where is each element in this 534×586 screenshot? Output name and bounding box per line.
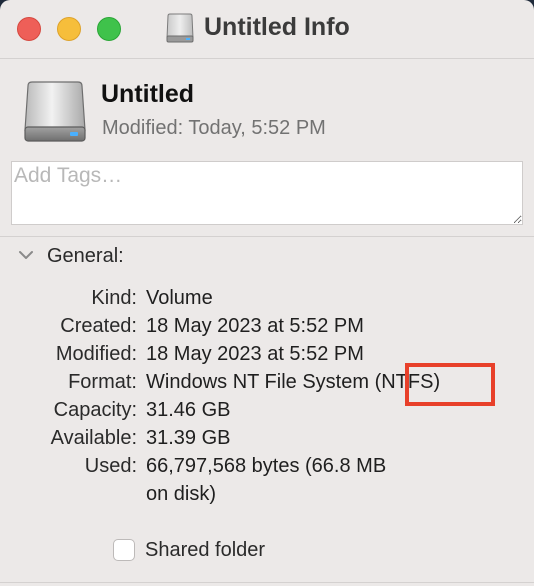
info-key: Created:	[60, 315, 137, 337]
external-drive-icon	[166, 13, 194, 43]
info-window: Untitled Info Untitled Modified: Today, …	[0, 0, 534, 586]
file-name: Untitled	[101, 80, 195, 108]
info-key: Kind:	[91, 287, 137, 309]
modified-value: Today, 5:52 PM	[188, 117, 326, 139]
info-value: 18 May 2023 at 5:52 PM	[146, 315, 364, 337]
info-key: Format:	[68, 371, 137, 393]
tags-input[interactable]	[12, 162, 522, 224]
shared-folder-checkbox[interactable]	[113, 539, 135, 561]
info-row-available: Available: 31.39 GB	[0, 427, 534, 455]
info-key: Capacity:	[53, 399, 137, 421]
info-key: Used:	[84, 455, 137, 477]
general-section-toggle[interactable]: General:	[47, 245, 124, 268]
info-value: 31.46 GB	[146, 399, 231, 421]
section-divider	[0, 236, 534, 237]
info-value: 31.39 GB	[146, 427, 231, 449]
ntfs-highlight-box	[405, 363, 495, 406]
info-value: Volume	[146, 287, 213, 309]
header-divider	[0, 58, 534, 59]
info-value: 18 May 2023 at 5:52 PM	[146, 343, 364, 365]
external-drive-icon	[24, 81, 86, 142]
info-value: Windows NT File System (NTFS)	[146, 371, 441, 393]
info-value: 66,797,568 bytes (66.8 MB	[146, 455, 387, 477]
chevron-down-icon[interactable]	[18, 249, 34, 261]
info-row-kind: Kind: Volume	[0, 287, 534, 315]
window-title: Untitled Info	[204, 13, 350, 41]
info-key: Available:	[50, 427, 137, 449]
zoom-button[interactable]	[97, 17, 121, 41]
info-row-used: Used: 66,797,568 bytes (66.8 MB on disk)	[0, 455, 534, 511]
bottom-divider	[0, 582, 534, 583]
tags-field[interactable]	[11, 161, 523, 225]
minimize-button[interactable]	[57, 17, 81, 41]
info-value-continued: on disk)	[146, 483, 217, 505]
modified-summary: Modified: Today, 5:52 PM	[102, 117, 326, 140]
modified-label: Modified:	[102, 117, 184, 139]
shared-folder-label[interactable]: Shared folder	[145, 539, 265, 562]
title-bar[interactable]: Untitled Info	[0, 0, 534, 58]
info-key: Modified:	[55, 343, 137, 365]
close-button[interactable]	[17, 17, 41, 41]
info-row-created: Created: 18 May 2023 at 5:52 PM	[0, 315, 534, 343]
